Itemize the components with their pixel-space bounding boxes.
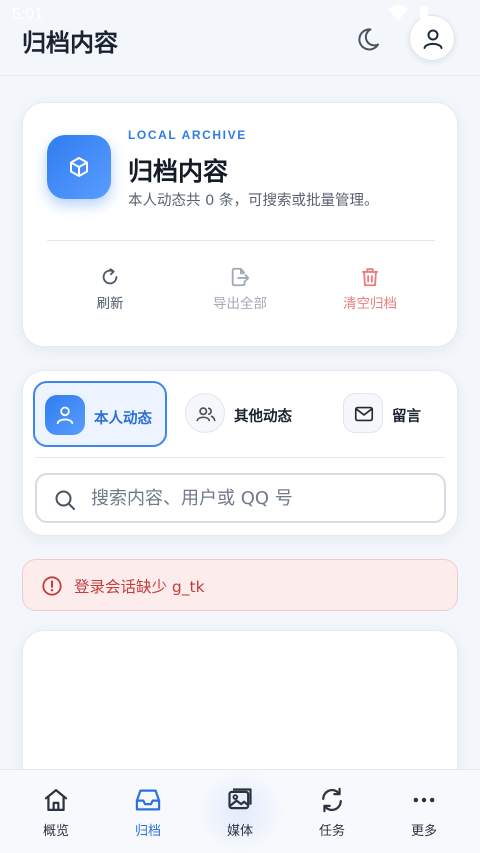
search-box[interactable] — [35, 473, 446, 523]
tab-icon-badge — [185, 393, 225, 433]
inbox-icon — [135, 789, 161, 811]
more-icon — [413, 797, 435, 803]
sync-icon — [322, 787, 342, 813]
filter-card: 本人动态 其他动态 留言 — [22, 370, 458, 536]
tab-messages[interactable]: 留言 — [333, 381, 453, 447]
error-message: 登录会话缺少 g_tk — [74, 578, 205, 596]
archive-description: 本人动态共 0 条，可搜索或批量管理。 — [128, 193, 379, 209]
status-time: 5:01 — [12, 6, 44, 23]
search-input[interactable] — [91, 483, 431, 513]
nav-label-tasks: 任务 — [318, 824, 345, 839]
user-icon — [56, 406, 74, 425]
tab-other-posts[interactable]: 其他动态 — [175, 381, 325, 447]
tab-icon-badge — [45, 395, 85, 435]
tab-own-posts[interactable]: 本人动态 — [33, 381, 167, 447]
mail-icon — [354, 406, 374, 422]
clear-archive-label: 清空归档 — [343, 296, 397, 312]
image-icon — [228, 788, 252, 810]
nav-item-more[interactable]: 更多 — [389, 786, 459, 846]
export-all-button[interactable]: 导出全部 — [190, 266, 290, 314]
status-bar: 5:01 — [0, 0, 480, 28]
tab-messages-label: 留言 — [392, 409, 421, 425]
export-all-label: 导出全部 — [213, 296, 267, 312]
divider — [47, 240, 435, 241]
nav-item-media[interactable]: 媒体 — [205, 786, 275, 846]
bottom-navigation: 概览 归档 媒体 任务 更多 — [0, 769, 480, 853]
signal-icon — [388, 5, 428, 21]
archive-kicker: LOCAL ARCHIVE — [128, 128, 247, 142]
nav-label-archive: 归档 — [134, 824, 161, 839]
trash-icon — [362, 268, 378, 287]
cube-icon — [70, 157, 88, 177]
archive-badge — [47, 135, 111, 199]
nav-item-overview[interactable]: 概览 — [21, 786, 91, 846]
alert-circle-icon — [42, 576, 62, 596]
export-icon — [231, 267, 250, 287]
clear-archive-button[interactable]: 清空归档 — [320, 266, 420, 314]
refresh-button[interactable]: 刷新 — [60, 266, 160, 314]
tab-other-posts-label: 其他动态 — [234, 409, 292, 425]
users-icon — [196, 407, 216, 422]
divider — [35, 457, 445, 458]
refresh-label: 刷新 — [96, 296, 124, 312]
archive-summary-card: LOCAL ARCHIVE 归档内容 本人动态共 0 条，可搜索或批量管理。 刷… — [22, 102, 458, 347]
nav-label-overview: 概览 — [42, 824, 69, 839]
archive-title: 归档内容 — [128, 157, 229, 186]
error-banner: 登录会话缺少 g_tk — [22, 559, 458, 611]
nav-item-tasks[interactable]: 任务 — [297, 786, 367, 846]
nav-label-more: 更多 — [410, 824, 437, 839]
page-title: 归档内容 — [22, 29, 118, 57]
user-icon — [423, 29, 443, 49]
refresh-icon — [102, 268, 118, 285]
tab-own-posts-label: 本人动态 — [94, 411, 152, 427]
home-icon — [44, 788, 68, 812]
nav-label-media: 媒体 — [226, 824, 253, 839]
nav-item-archive[interactable]: 归档 — [113, 786, 183, 846]
tab-icon-badge — [343, 393, 383, 433]
search-icon — [55, 490, 75, 510]
